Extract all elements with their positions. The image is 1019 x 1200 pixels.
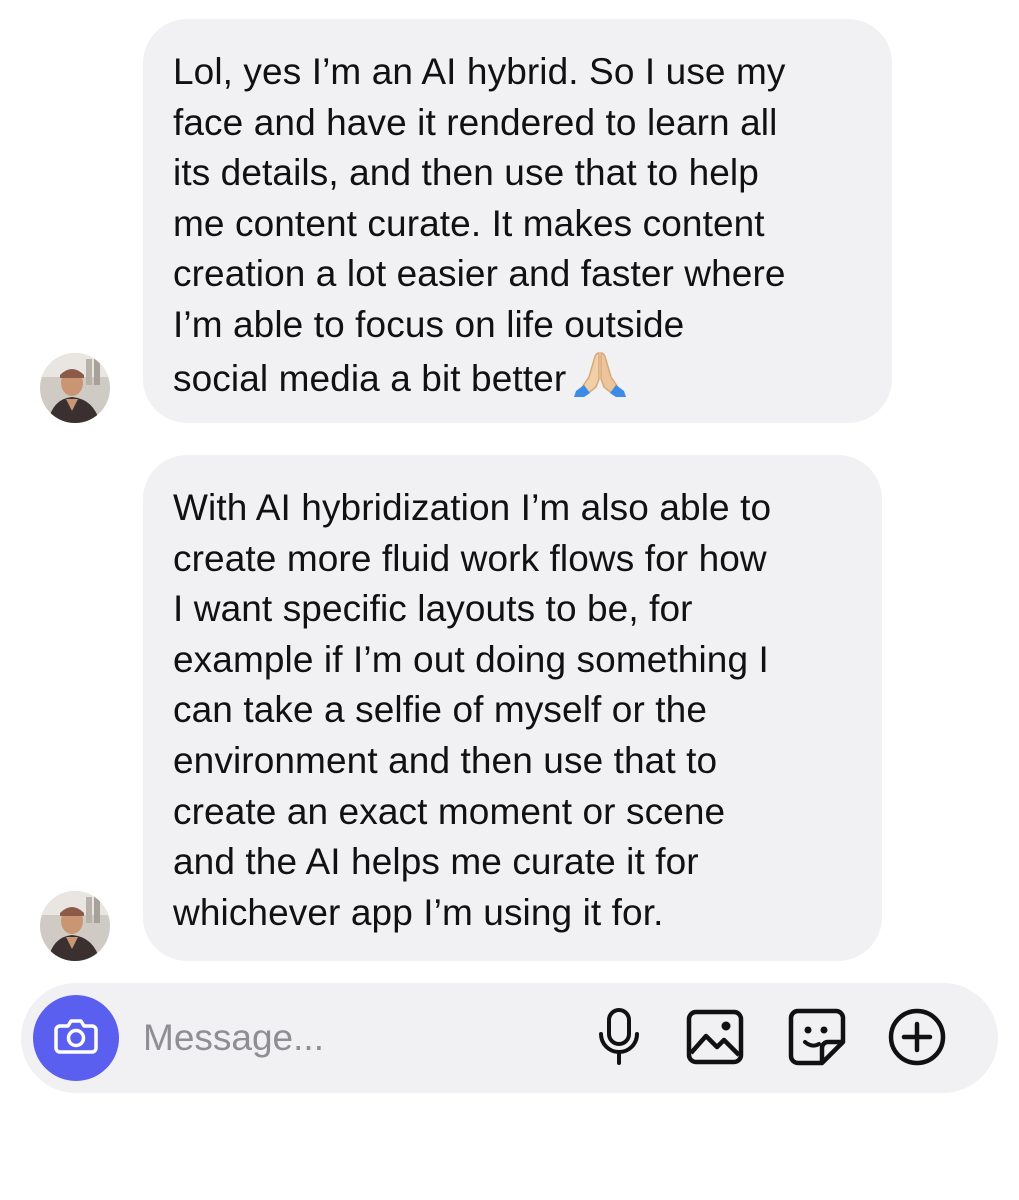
microphone-icon — [596, 1007, 642, 1072]
folded-hands-emoji — [572, 351, 628, 411]
message-line: create more fluid work flows for how — [173, 537, 767, 579]
avatar[interactable] — [40, 891, 110, 961]
message-line: environment and then use that to — [173, 739, 718, 781]
message-input[interactable] — [143, 1013, 563, 1063]
camera-button[interactable] — [33, 995, 119, 1081]
message-thread: Lol, yes I’m an AI hybrid. So I use my f… — [0, 0, 1019, 980]
message-line: I want specific layouts to be, for — [173, 588, 693, 630]
message-bubble[interactable]: Lol, yes I’m an AI hybrid. So I use my f… — [143, 19, 892, 423]
message-composer — [21, 983, 998, 1093]
gallery-button[interactable] — [684, 1008, 746, 1070]
message-line: I’m able to focus on life outside — [173, 303, 685, 345]
plus-circle-icon — [887, 1007, 947, 1072]
message-line: me content curate. It makes content — [173, 202, 765, 244]
sticker-button[interactable] — [786, 1008, 848, 1070]
message-line: face and have it rendered to learn all — [173, 101, 778, 143]
message-line: example if I’m out doing something I — [173, 638, 769, 680]
microphone-button[interactable] — [588, 1007, 650, 1072]
message-line: its details, and then use that to help — [173, 152, 759, 194]
more-options-button[interactable] — [886, 1008, 948, 1070]
image-icon — [686, 1009, 744, 1070]
message-line: can take a selfie of myself or the — [173, 689, 707, 731]
message-bubble[interactable]: With AI hybridization I’m also able to c… — [143, 455, 882, 961]
message-line: With AI hybridization I’m also able to — [173, 487, 772, 528]
camera-icon — [54, 1016, 98, 1061]
message-line: and the AI helps me curate it for — [173, 841, 699, 883]
message-line: creation a lot easier and faster where — [173, 253, 786, 295]
message-line: whichever app I’m using it for. — [173, 891, 664, 933]
message-line-text: social media a bit better — [173, 357, 567, 399]
message-line-last: social media a bit better — [173, 351, 862, 411]
sticker-icon — [788, 1008, 846, 1071]
message-line: create an exact moment or scene — [173, 790, 726, 832]
avatar[interactable] — [40, 353, 110, 423]
message-line: Lol, yes I’m an AI hybrid. So I use my — [173, 51, 786, 92]
